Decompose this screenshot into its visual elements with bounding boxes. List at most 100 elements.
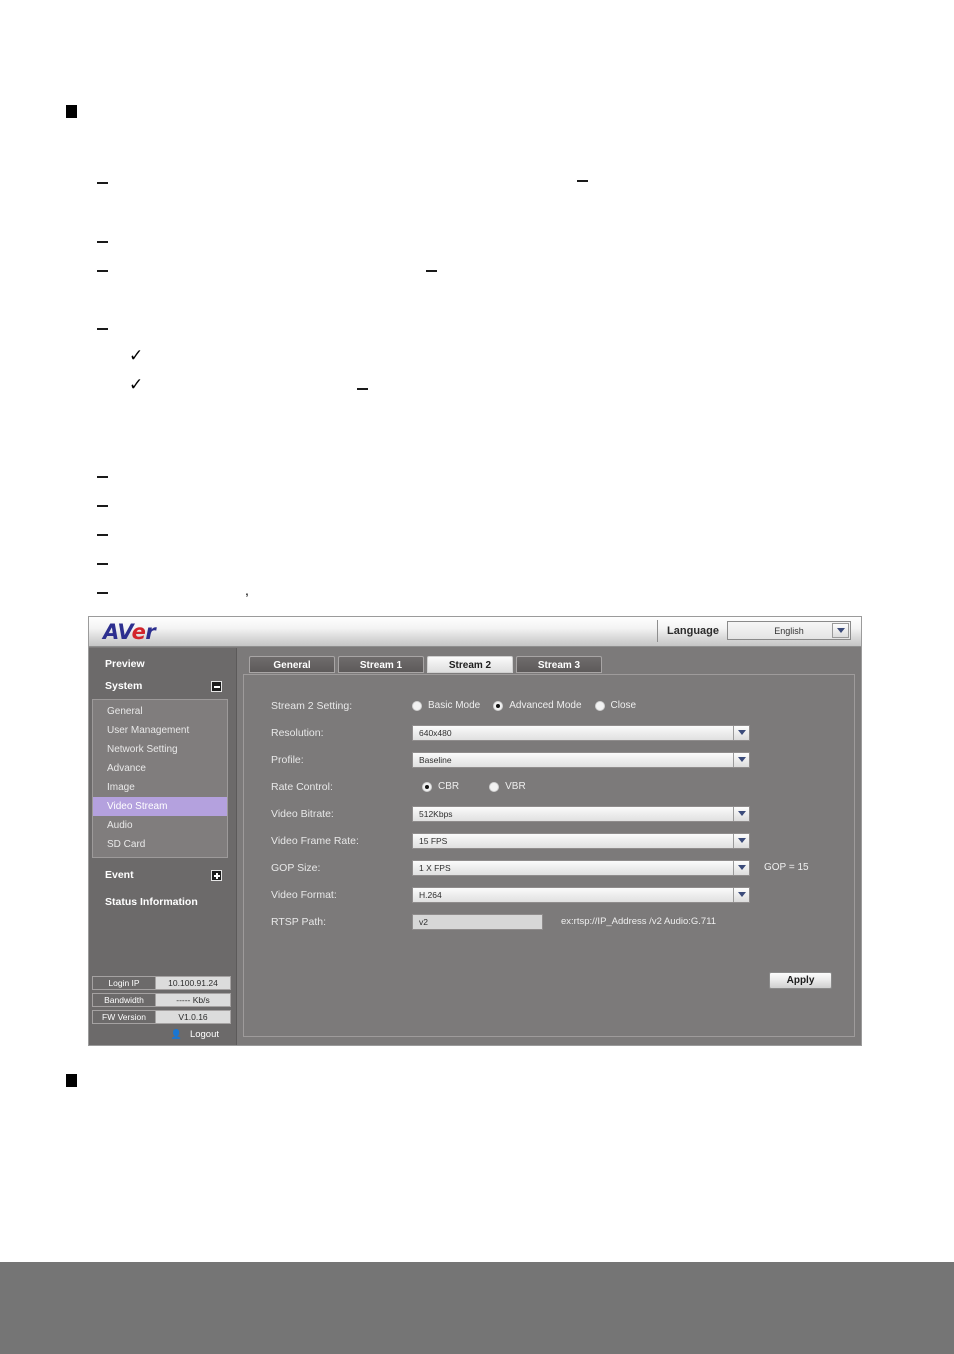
list-dash-marker xyxy=(97,476,108,478)
language-selector-group: Language English xyxy=(657,620,851,642)
chevron-down-icon[interactable] xyxy=(733,752,749,767)
radio-label: Close xyxy=(610,700,637,711)
stream-settings-form: Stream 2 Setting: Basic Mode Advanced Mo… xyxy=(271,692,844,935)
field-label: Video Frame Rate: xyxy=(271,834,359,847)
sidebar-item-general[interactable]: General xyxy=(93,702,227,721)
profile-select[interactable]: Baseline xyxy=(412,751,750,768)
tab-stream-1[interactable]: Stream 1 xyxy=(338,656,424,673)
camera-web-ui-figure: AVer Language English Preview System Gen… xyxy=(88,616,862,1046)
radio-close[interactable]: Close xyxy=(594,700,637,711)
select-value: 1 X FPS xyxy=(419,862,451,873)
radio-cbr[interactable]: CBR xyxy=(422,781,459,792)
tab-label: General xyxy=(273,660,311,671)
gop-size-select[interactable]: 1 X FPS xyxy=(412,859,750,876)
status-key: Login IP xyxy=(93,977,156,989)
sidebar-item-label: Image xyxy=(107,782,135,793)
plus-toggle-icon[interactable] xyxy=(211,870,222,881)
field-label: Rate Control: xyxy=(271,780,333,793)
gop-size-note: GOP = 15 xyxy=(764,862,809,873)
sidebar-item-label: User Management xyxy=(107,725,190,736)
radio-label: Advanced Mode xyxy=(509,700,582,711)
sidebar-item-system[interactable]: System xyxy=(89,675,236,697)
sidebar-item-label: System xyxy=(105,680,143,692)
tab-general[interactable]: General xyxy=(249,656,335,673)
sidebar-item-preview[interactable]: Preview xyxy=(89,653,236,675)
radio-button-icon[interactable] xyxy=(489,781,500,792)
chevron-down-icon[interactable] xyxy=(733,887,749,902)
radio-button-selected-icon[interactable] xyxy=(422,781,432,792)
minus-toggle-icon[interactable] xyxy=(211,681,222,692)
video-format-select[interactable]: H.264 xyxy=(412,886,750,903)
logout-button[interactable]: 👤 Logout xyxy=(92,1027,231,1041)
rtsp-path-input[interactable]: v2 xyxy=(412,913,543,930)
radio-basic-mode[interactable]: Basic Mode xyxy=(412,700,480,711)
field-label: RTSP Path: xyxy=(271,915,327,928)
tab-stream-3[interactable]: Stream 3 xyxy=(516,656,602,673)
radio-button-selected-icon[interactable] xyxy=(493,700,504,711)
rtsp-path-hint: ex:rtsp://IP_Address /v2 Audio:G.711 xyxy=(561,916,717,927)
radio-button-icon[interactable] xyxy=(412,700,422,711)
radio-label: CBR xyxy=(438,781,460,792)
resolution-select[interactable]: 640x480 xyxy=(412,724,750,741)
chevron-down-icon[interactable] xyxy=(832,623,849,638)
chevron-down-icon[interactable] xyxy=(733,725,749,740)
sidebar-status-panel: Login IP 10.100.91.24 Bandwidth ----- Kb… xyxy=(92,976,231,1041)
sidebar-item-label: Video Stream xyxy=(107,801,168,812)
language-select[interactable]: English xyxy=(727,621,851,640)
radio-label: Basic Mode xyxy=(428,700,481,711)
sidebar-item-video-stream[interactable]: Video Stream xyxy=(93,797,227,816)
status-row-bandwidth: Bandwidth ----- Kb/s xyxy=(92,993,231,1007)
settings-panel: Stream 2 Setting: Basic Mode Advanced Mo… xyxy=(243,674,855,1037)
tab-label: Stream 2 xyxy=(448,660,492,671)
sidebar-item-label: SD Card xyxy=(107,839,146,850)
tab-stream-2[interactable]: Stream 2 xyxy=(427,656,513,673)
square-bullet-icon xyxy=(66,1074,77,1087)
list-dash-marker xyxy=(97,563,108,565)
sidebar-item-audio[interactable]: Audio xyxy=(93,816,227,835)
sidebar-item-status-information[interactable]: Status Information xyxy=(89,891,236,913)
list-dash-marker xyxy=(97,592,108,594)
sidebar-item-event[interactable]: Event xyxy=(89,864,236,886)
list-dash-marker xyxy=(357,388,368,390)
apply-button-wrap: Apply xyxy=(769,972,832,989)
list-dash-marker xyxy=(97,328,108,330)
field-label: Profile: xyxy=(271,753,304,766)
radio-advanced-mode[interactable]: Advanced Mode xyxy=(493,700,582,711)
video-frame-rate-select[interactable]: 15 FPS xyxy=(412,832,750,849)
field-profile: Profile: Baseline xyxy=(271,746,844,773)
checkmark-icon: ✓ xyxy=(129,375,144,395)
list-dash-marker xyxy=(426,270,437,272)
sidebar-item-network-setting[interactable]: Network Setting xyxy=(93,740,227,759)
chevron-down-icon[interactable] xyxy=(733,860,749,875)
language-label: Language xyxy=(667,625,719,637)
field-video-format: Video Format: H.264 xyxy=(271,881,844,908)
tab-label: Stream 1 xyxy=(359,660,403,671)
main-content: General Stream 1 Stream 2 Stream 3 Strea… xyxy=(238,648,861,1045)
field-rtsp-path: RTSP Path: v2 ex:rtsp://IP_Address /v2 A… xyxy=(271,908,844,935)
logo-av-text: AV xyxy=(103,620,132,644)
sidebar-item-label: Preview xyxy=(105,658,145,670)
stray-comma: , xyxy=(245,582,249,598)
tab-label: Stream 3 xyxy=(537,660,581,671)
sidebar-item-user-management[interactable]: User Management xyxy=(93,721,227,740)
chevron-down-icon[interactable] xyxy=(733,806,749,821)
list-dash-marker xyxy=(577,180,588,182)
field-label: GOP Size: xyxy=(271,861,321,874)
radio-vbr[interactable]: VBR xyxy=(489,781,526,792)
sidebar-item-label: Advance xyxy=(107,763,146,774)
sidebar-item-advance[interactable]: Advance xyxy=(93,759,227,778)
checkmark-icon: ✓ xyxy=(129,346,144,366)
field-resolution: Resolution: 640x480 xyxy=(271,719,844,746)
video-bitrate-select[interactable]: 512Kbps xyxy=(412,805,750,822)
sidebar-item-sd-card[interactable]: SD Card xyxy=(93,835,227,854)
field-video-bitrate: Video Bitrate: 512Kbps xyxy=(271,800,844,827)
field-rate-control: Rate Control: CBR VBR xyxy=(271,773,844,800)
language-selected-value: English xyxy=(774,625,804,636)
sidebar-item-image[interactable]: Image xyxy=(93,778,227,797)
radio-button-icon[interactable] xyxy=(594,700,605,711)
logo-e-text: e xyxy=(131,620,146,644)
select-value: 15 FPS xyxy=(419,835,448,846)
apply-button[interactable]: Apply xyxy=(769,972,832,989)
chevron-down-icon[interactable] xyxy=(733,833,749,848)
field-label: Video Bitrate: xyxy=(271,807,334,820)
